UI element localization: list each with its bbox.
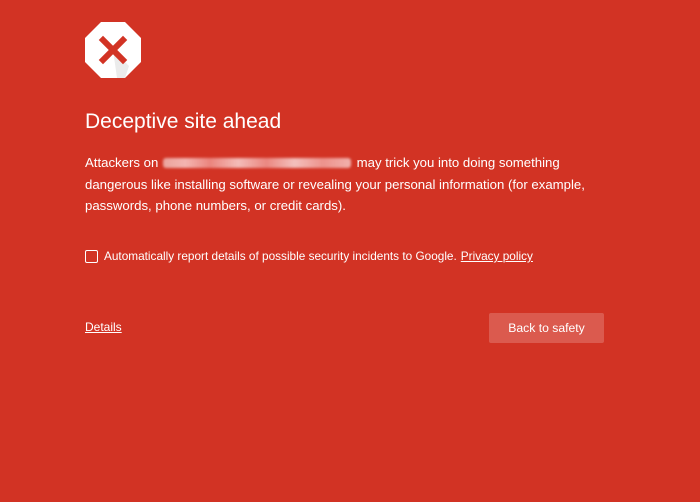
message-before-url: Attackers on <box>85 155 159 170</box>
report-checkbox[interactable] <box>85 249 98 263</box>
report-label: Automatically report details of possible… <box>104 249 457 263</box>
report-option: Automatically report details of possible… <box>85 249 533 263</box>
back-to-safety-button[interactable]: Back to safety <box>489 313 604 343</box>
page-title: Deceptive site ahead <box>85 110 282 133</box>
interstitial-page: Deceptive site ahead Attackers on may tr… <box>0 0 700 502</box>
warning-message: Attackers on may trick you into doing so… <box>85 152 605 217</box>
details-link[interactable]: Details <box>85 320 122 334</box>
redacted-url <box>162 158 351 168</box>
privacy-policy-link[interactable]: Privacy policy <box>461 249 533 263</box>
red-x-octagon-icon <box>85 22 141 78</box>
